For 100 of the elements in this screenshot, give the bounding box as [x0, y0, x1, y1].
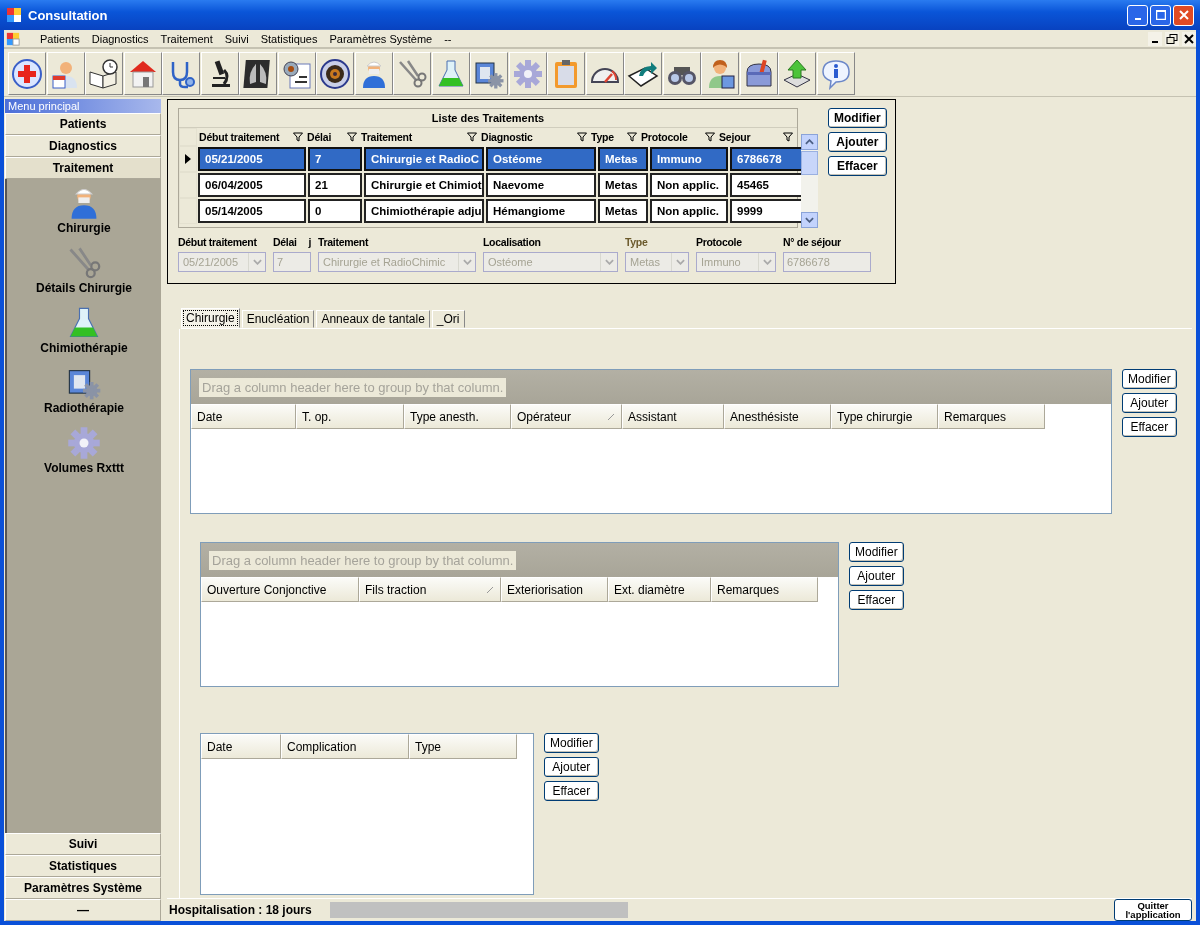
filter-icon[interactable]: [467, 132, 477, 142]
table-cell: Non applic.: [650, 173, 728, 197]
menu-item[interactable]: Diagnostics: [85, 32, 155, 45]
maximize-button[interactable]: [1150, 4, 1171, 26]
column-header[interactable]: Traitement: [359, 128, 479, 146]
column-header[interactable]: Remarques: [711, 577, 818, 602]
info-bubble-icon: [819, 57, 852, 90]
toolbar-button[interactable]: [316, 52, 354, 95]
caret-icon: [604, 259, 614, 265]
toolbar-button[interactable]: [85, 52, 123, 95]
toolbar-button[interactable]: [200, 52, 239, 95]
column-header[interactable]: Fils traction: [359, 577, 501, 602]
scrollbar[interactable]: [801, 134, 818, 228]
column-header[interactable]: Date: [191, 404, 296, 429]
filter-icon[interactable]: [705, 132, 715, 142]
tab[interactable]: Anneaux de tantale: [316, 310, 430, 328]
action-button[interactable]: Effacer: [1122, 417, 1177, 437]
action-button[interactable]: Effacer: [849, 590, 904, 610]
toolbar-button[interactable]: [585, 52, 624, 95]
column-header[interactable]: Opérateur: [511, 404, 622, 429]
sidebar-section[interactable]: Paramètres Système: [5, 877, 161, 899]
action-button[interactable]: Ajouter: [1122, 393, 1177, 413]
sidebar-item[interactable]: Radiothérapie: [44, 401, 124, 415]
action-button[interactable]: Modifier: [544, 733, 599, 753]
column-header[interactable]: Assistant: [622, 404, 724, 429]
group-by-hint: Drag a column header here to group by that column.: [199, 377, 507, 397]
column-header[interactable]: T. op.: [296, 404, 404, 429]
filter-icon[interactable]: [347, 132, 357, 142]
sidebar-item[interactable]: Chirurgie: [57, 221, 111, 235]
toolbar-button[interactable]: [239, 52, 277, 95]
column-header[interactable]: Type anesth.: [404, 404, 511, 429]
sidebar-section[interactable]: Suivi: [5, 833, 161, 855]
sidebar-item[interactable]: Volumes Rxttt: [44, 461, 124, 475]
menu-item[interactable]: Patients: [34, 32, 86, 45]
scroll-down-icon[interactable]: [805, 217, 814, 223]
action-button[interactable]: Effacer: [828, 156, 887, 176]
column-header[interactable]: Type: [409, 734, 517, 759]
toolbar-button[interactable]: [662, 52, 701, 95]
sidebar-section[interactable]: —: [5, 899, 161, 921]
action-button[interactable]: Ajouter: [544, 757, 599, 777]
filter-icon[interactable]: [783, 132, 793, 142]
minimize-icon[interactable]: [1148, 31, 1162, 46]
menu-item[interactable]: --: [438, 32, 458, 45]
tab[interactable]: Enucléation: [241, 310, 315, 328]
table-cell: Naevome: [486, 173, 596, 197]
column-header[interactable]: Diagnostic: [479, 128, 589, 146]
menu-item[interactable]: Paramètres Système: [323, 32, 439, 45]
toolbar-button[interactable]: [470, 52, 508, 95]
caret-icon: [252, 259, 262, 265]
toolbar-button[interactable]: [816, 52, 855, 95]
action-button[interactable]: Ajouter: [828, 132, 887, 152]
app-icon: [6, 7, 22, 23]
menu-item[interactable]: Suivi: [218, 32, 255, 45]
column-header[interactable]: Délai: [305, 128, 359, 146]
table-cell: 7: [308, 147, 362, 171]
scroll-up-icon[interactable]: [805, 139, 814, 145]
minimize-button[interactable]: [1127, 4, 1148, 26]
column-header[interactable]: Type: [589, 128, 639, 146]
tab[interactable]: Chirurgie: [181, 308, 240, 328]
toolbar-button[interactable]: [701, 52, 739, 95]
table-cell: Metas: [598, 147, 648, 171]
restore-icon[interactable]: [1165, 31, 1179, 46]
action-button[interactable]: Modifier: [828, 108, 887, 128]
column-header[interactable]: Complication: [281, 734, 409, 759]
filter-icon[interactable]: [577, 132, 587, 142]
close-icon[interactable]: [1182, 31, 1196, 46]
tab[interactable]: _Ori: [431, 310, 465, 328]
column-header[interactable]: Date: [201, 734, 281, 759]
sidebar-item[interactable]: Détails Chirurgie: [36, 281, 132, 295]
menu-item[interactable]: Statistiques: [254, 32, 324, 45]
sidebar-section[interactable]: Diagnostics: [5, 135, 161, 157]
toolbar-button[interactable]: [277, 52, 316, 95]
menu-item[interactable]: Traitement: [154, 32, 219, 45]
sidebar-section[interactable]: Traitement: [5, 157, 161, 179]
unit-label: j: [308, 236, 311, 250]
sidebar-section[interactable]: Statistiques: [5, 855, 161, 877]
filter-icon[interactable]: [293, 132, 303, 142]
filter-icon[interactable]: [627, 132, 637, 142]
action-button[interactable]: Effacer: [544, 781, 599, 801]
row-header[interactable]: [179, 146, 197, 172]
column-header[interactable]: Ouverture Conjonctive: [201, 577, 359, 602]
column-header[interactable]: Type chirurgie: [831, 404, 938, 429]
sidebar-item[interactable]: Chimiothérapie: [40, 341, 128, 355]
close-button[interactable]: [1173, 4, 1194, 26]
column-header[interactable]: Début traitement: [197, 128, 305, 146]
column-header[interactable]: Ext. diamètre: [608, 577, 711, 602]
column-header[interactable]: Remarques: [938, 404, 1045, 429]
column-header[interactable]: Protocole: [639, 128, 717, 146]
action-button[interactable]: Ajouter: [849, 566, 904, 586]
quit-button[interactable]: Quitter l'application: [1114, 899, 1192, 921]
action-button[interactable]: Modifier: [1122, 369, 1177, 389]
field-label: Type: [625, 236, 648, 250]
table-cell: 05/14/2005: [198, 199, 306, 223]
action-button[interactable]: Modifier: [849, 542, 904, 562]
column-header[interactable]: Exteriorisation: [501, 577, 608, 602]
column-header[interactable]: Sejour: [717, 128, 795, 146]
toolbar-button[interactable]: [624, 52, 662, 95]
table-cell: 06/04/2005: [198, 173, 306, 197]
column-header[interactable]: Anesthésiste: [724, 404, 831, 429]
sidebar-section[interactable]: Patients: [5, 113, 161, 135]
